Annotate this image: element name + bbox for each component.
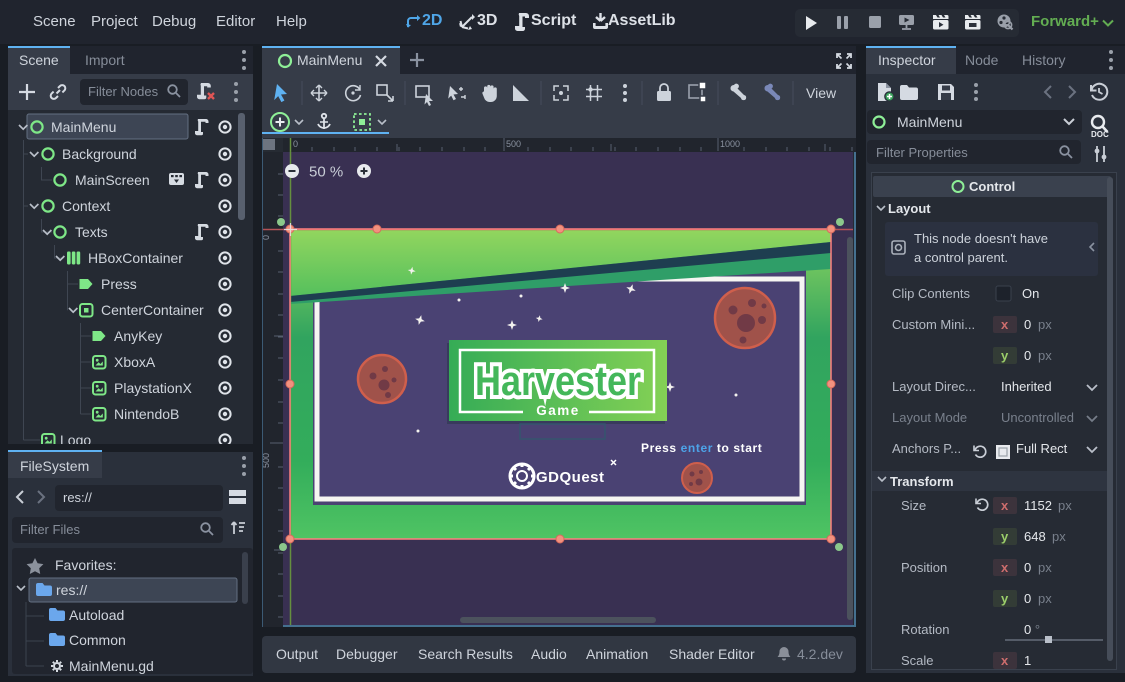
svg-text:1000: 1000 xyxy=(720,139,740,149)
svg-text:0: 0 xyxy=(293,139,298,149)
svg-text:GDQuest: GDQuest xyxy=(536,469,605,486)
svg-text:50 %: 50 % xyxy=(309,164,343,181)
svg-text:Harvester: Harvester xyxy=(475,357,641,404)
svg-text:Game: Game xyxy=(536,403,580,418)
svg-text:y: y xyxy=(1001,591,1009,606)
svg-text:x: x xyxy=(1001,560,1009,575)
svg-text:x: x xyxy=(1001,317,1009,332)
svg-text:x: x xyxy=(1001,653,1009,668)
svg-text:DOC: DOC xyxy=(1091,130,1109,139)
svg-text:500: 500 xyxy=(506,139,521,149)
svg-text:y: y xyxy=(1001,529,1009,544)
svg-text:y: y xyxy=(1001,348,1009,363)
svg-text:Press enter to start: Press enter to start xyxy=(641,441,762,455)
svg-text:x: x xyxy=(1001,498,1009,513)
